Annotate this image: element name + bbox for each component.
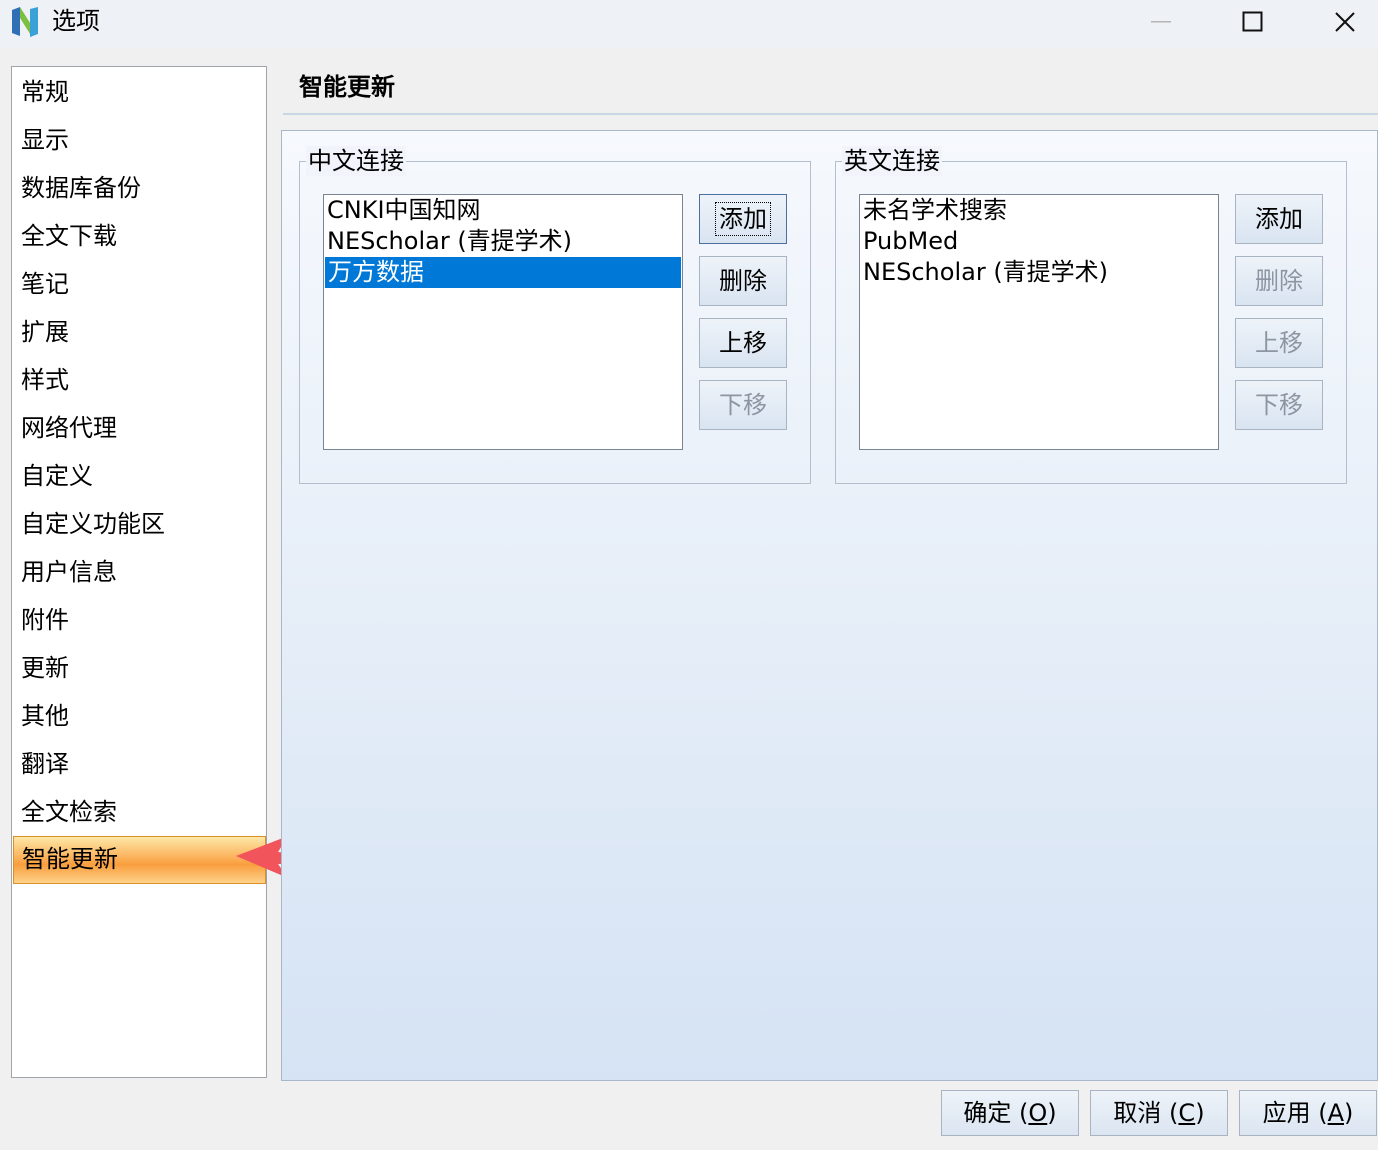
close-icon [1335, 12, 1355, 32]
sidebar-item-notes[interactable]: 笔记 [13, 261, 266, 307]
list-item[interactable]: PubMed [860, 226, 1218, 257]
sidebar-item-custom-ribbon[interactable]: 自定义功能区 [13, 501, 266, 547]
sidebar-item-custom[interactable]: 自定义 [13, 453, 266, 499]
ok-button[interactable]: 确定 (O) [941, 1090, 1079, 1136]
cancel-button[interactable]: 取消 (C) [1090, 1090, 1228, 1136]
en-move-down-button[interactable]: 下移 [1235, 380, 1323, 430]
title-bar: 选项 [0, 0, 1378, 48]
en-delete-button[interactable]: 删除 [1235, 256, 1323, 306]
cancel-label-close: ) [1195, 1099, 1205, 1127]
chinese-links-label: 中文连接 [306, 146, 406, 176]
sidebar-item-updates[interactable]: 更新 [13, 645, 266, 691]
apply-button[interactable]: 应用 (A) [1239, 1090, 1377, 1136]
cn-add-button[interactable]: 添加 [699, 194, 787, 244]
list-item-selected[interactable]: 万方数据 [325, 257, 681, 288]
cn-move-down-button[interactable]: 下移 [699, 380, 787, 430]
english-links-list[interactable]: 未名学术搜索 PubMed NEScholar (青提学术) [859, 194, 1219, 450]
sidebar-item-network-proxy[interactable]: 网络代理 [13, 405, 266, 451]
chinese-links-list[interactable]: CNKI中国知网 NEScholar (青提学术) 万方数据 [323, 194, 683, 450]
cancel-accesskey: C [1178, 1099, 1196, 1127]
sidebar-item-other[interactable]: 其他 [13, 693, 266, 739]
cn-move-up-button[interactable]: 上移 [699, 318, 787, 368]
title-divider [283, 113, 1378, 115]
list-item[interactable]: NEScholar (青提学术) [860, 257, 1218, 288]
sidebar-item-fulltext-search[interactable]: 全文检索 [13, 789, 266, 835]
options-sidebar: 常规 显示 数据库备份 全文下载 笔记 扩展 样式 网络代理 自定义 自定义功能… [11, 66, 267, 1078]
apply-label: 应用 ( [1262, 1099, 1328, 1127]
close-button[interactable] [1305, 0, 1378, 44]
list-item[interactable]: NEScholar (青提学术) [324, 226, 682, 257]
apply-label-close: ) [1344, 1099, 1354, 1127]
sidebar-item-database-backup[interactable]: 数据库备份 [13, 165, 266, 211]
en-add-button[interactable]: 添加 [1235, 194, 1323, 244]
sidebar-item-extensions[interactable]: 扩展 [13, 309, 266, 355]
en-move-up-button[interactable]: 上移 [1235, 318, 1323, 368]
apply-accesskey: A [1327, 1099, 1345, 1127]
maximize-icon [1242, 11, 1263, 32]
cn-add-label: 添加 [715, 202, 771, 236]
minimize-button[interactable] [1122, 0, 1202, 44]
sidebar-item-user-info[interactable]: 用户信息 [13, 549, 266, 595]
minimize-icon [1151, 21, 1171, 23]
sidebar-item-translate[interactable]: 翻译 [13, 741, 266, 787]
sidebar-item-attachments[interactable]: 附件 [13, 597, 266, 643]
page-title: 智能更新 [299, 73, 395, 101]
window-title: 选项 [52, 7, 100, 35]
cn-delete-button[interactable]: 删除 [699, 256, 787, 306]
ok-label: 确定 ( [963, 1099, 1029, 1127]
ok-accesskey: O [1028, 1099, 1048, 1127]
sidebar-item-general[interactable]: 常规 [13, 69, 266, 115]
english-links-label: 英文连接 [842, 146, 942, 176]
list-item[interactable]: 未名学术搜索 [860, 195, 1218, 226]
ok-label-close: ) [1047, 1099, 1057, 1127]
sidebar-item-fulltext-download[interactable]: 全文下载 [13, 213, 266, 259]
sidebar-item-styles[interactable]: 样式 [13, 357, 266, 403]
app-logo-icon [12, 7, 38, 37]
cancel-label: 取消 ( [1113, 1099, 1179, 1127]
sidebar-item-display[interactable]: 显示 [13, 117, 266, 163]
maximize-button[interactable] [1213, 0, 1293, 44]
list-item[interactable]: CNKI中国知网 [324, 195, 682, 226]
